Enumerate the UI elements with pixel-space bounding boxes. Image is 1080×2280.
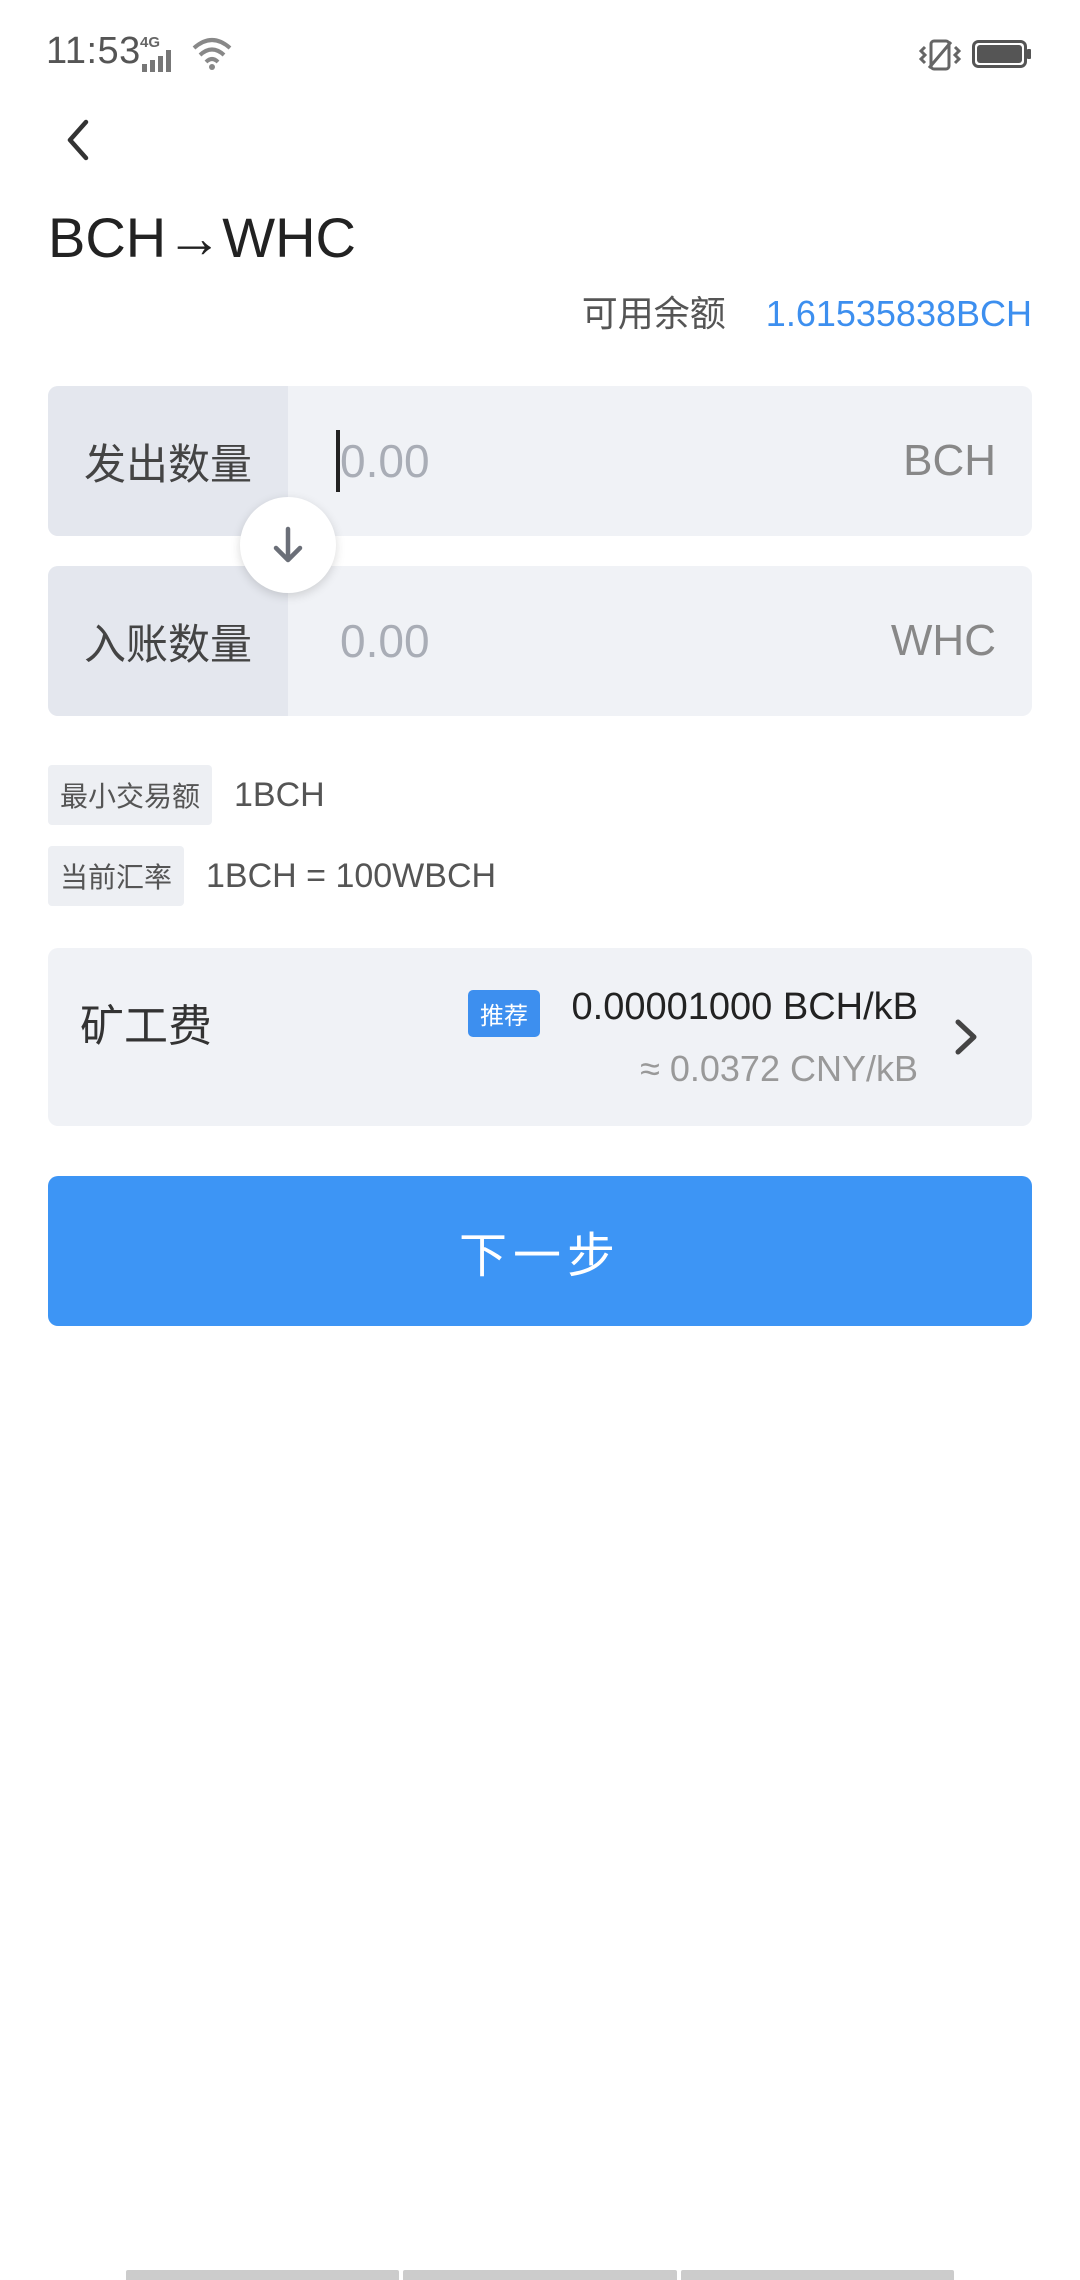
send-unit: BCH	[903, 436, 996, 485]
status-bar: 11:53 4G	[0, 0, 1080, 110]
exchange-rate-tag: 当前汇率	[48, 846, 185, 906]
receive-amount-row: 入账数量 WHC	[48, 566, 1032, 716]
send-amount-input[interactable]	[336, 426, 860, 496]
receive-amount-label: 入账数量	[48, 566, 288, 716]
vibrate-icon	[918, 39, 962, 71]
available-balance: 可用余额 1.61535838BCH	[582, 285, 1032, 337]
recommended-badge: 推荐	[468, 990, 540, 1037]
nav-bar-segment	[403, 2270, 677, 2280]
battery-icon	[972, 40, 1031, 68]
network-type: 4G	[140, 34, 161, 51]
back-button[interactable]	[50, 110, 110, 170]
page-title: BCH→WHC	[48, 206, 356, 269]
miner-fee-selector[interactable]: 矿工费 推荐 0.00001000 BCH/kB ≈ 0.0372 CNY/kB	[48, 948, 1032, 1126]
nav-bar-segment	[126, 2270, 400, 2280]
balance-value: 1.61535838BCH	[765, 293, 1032, 334]
status-time: 11:53	[46, 30, 141, 72]
miner-fee-approx: ≈ 0.0372 CNY/kB	[640, 1048, 918, 1089]
miner-fee-label: 矿工费	[80, 1002, 212, 1051]
balance-label: 可用余额	[581, 293, 726, 334]
exchange-rate-value: 1BCH = 100WBCH	[206, 856, 497, 895]
receive-amount-input[interactable]	[336, 606, 860, 676]
signal-icon	[142, 50, 171, 72]
navigation-bar	[126, 2270, 954, 2280]
miner-fee-value: 0.00001000 BCH/kB	[571, 986, 918, 1028]
min-trade-row: 最小交易额 1BCH	[48, 765, 325, 825]
chevron-left-icon	[67, 119, 89, 161]
nav-bar-segment	[680, 2270, 954, 2280]
send-amount-row: 发出数量 BCH	[48, 386, 1032, 536]
exchange-rate-row: 当前汇率 1BCH = 100WBCH	[48, 846, 496, 906]
next-step-button[interactable]: 下一步	[48, 1176, 1032, 1326]
arrow-down-icon	[273, 526, 303, 563]
wifi-icon	[192, 38, 232, 70]
min-trade-tag: 最小交易额	[48, 765, 213, 825]
min-trade-value: 1BCH	[234, 775, 325, 814]
receive-unit: WHC	[890, 616, 996, 665]
chevron-right-icon	[955, 1019, 977, 1055]
swap-direction-button[interactable]	[240, 497, 336, 593]
text-cursor	[336, 430, 340, 492]
